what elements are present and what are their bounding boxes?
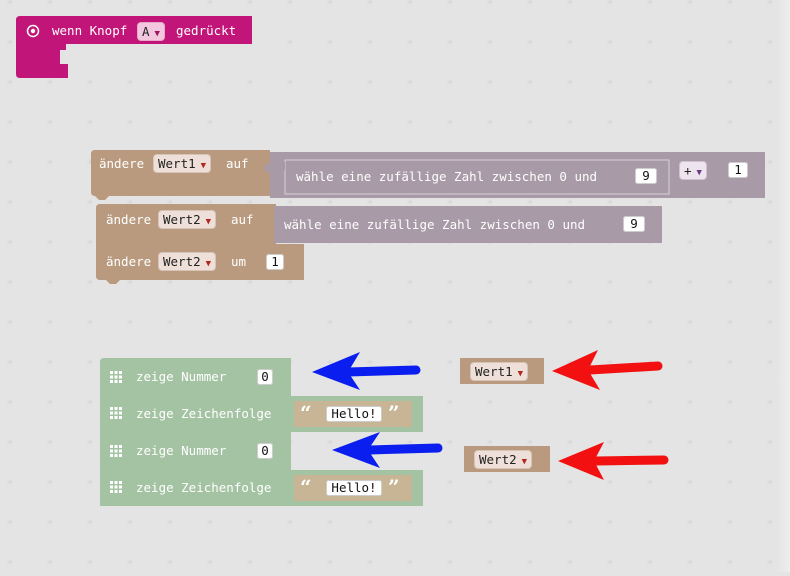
red-arrow-icon-1 — [552, 350, 663, 390]
blue-arrow-icon-1 — [312, 352, 421, 390]
annotation-arrows — [312, 350, 669, 480]
blue-arrow-icon-2 — [332, 432, 443, 468]
red-arrow-icon-2 — [558, 442, 669, 480]
